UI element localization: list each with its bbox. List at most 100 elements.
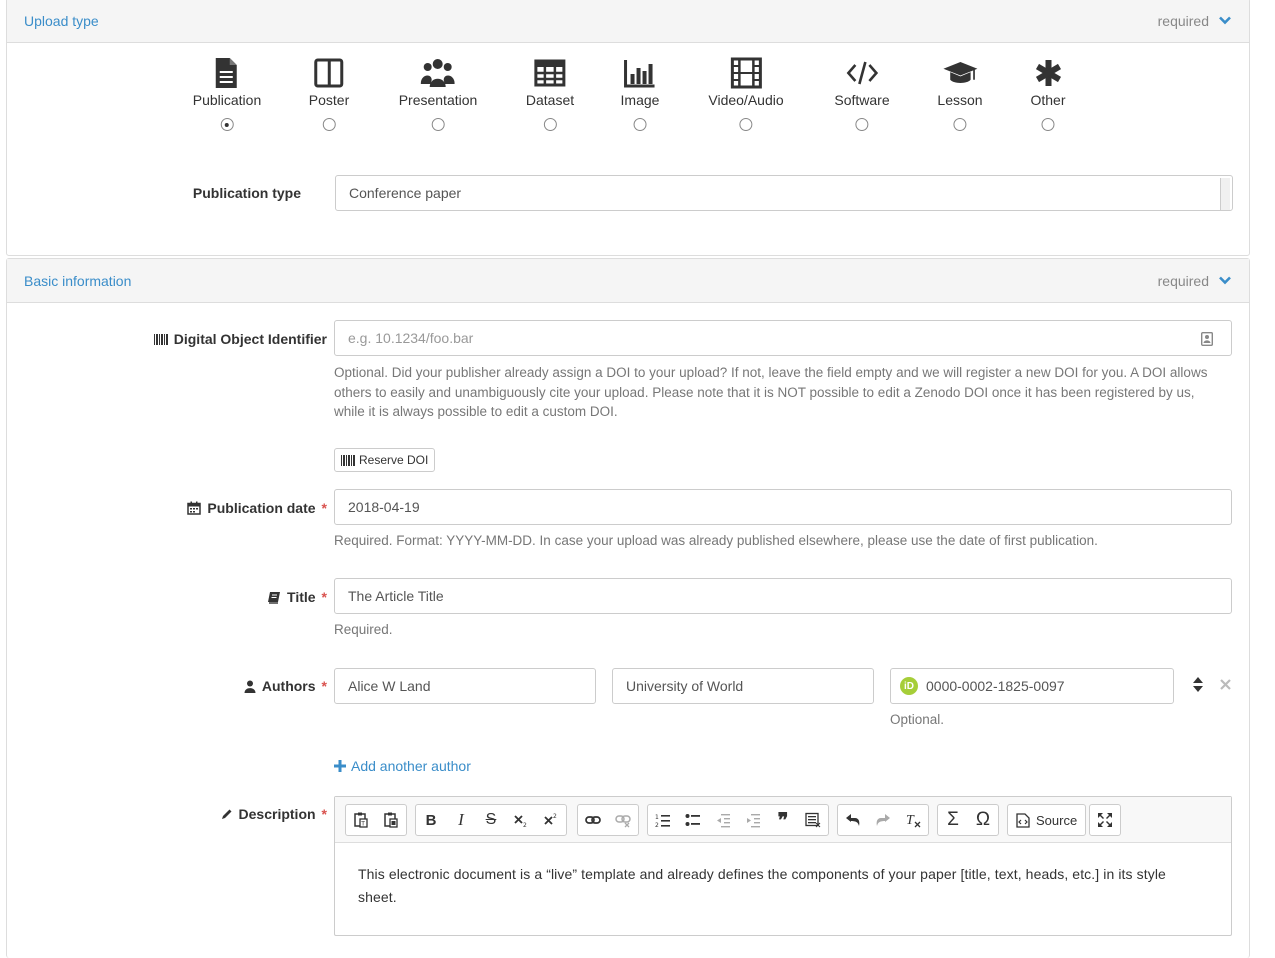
paste-text-button[interactable]: T xyxy=(346,805,376,835)
table-icon xyxy=(534,59,566,87)
subscript-button[interactable]: 2 xyxy=(506,805,536,835)
link-icon xyxy=(585,816,601,824)
subscript-icon: 2 xyxy=(514,815,527,828)
author-orcid-value: 0000-0002-1825-0097 xyxy=(926,678,1065,694)
type-radio-other[interactable] xyxy=(1041,118,1055,131)
math-button[interactable]: Σ xyxy=(938,805,968,835)
increase-indent-button[interactable] xyxy=(738,805,768,835)
columns-icon xyxy=(314,58,344,88)
description-label: Description * xyxy=(221,806,327,822)
type-image[interactable]: Image xyxy=(620,57,660,131)
type-dataset[interactable]: Dataset xyxy=(526,57,574,131)
barcode-icon xyxy=(153,333,168,345)
type-label: Image xyxy=(620,92,660,108)
code-icon xyxy=(846,61,878,85)
svg-text:1: 1 xyxy=(655,814,659,821)
history-group: T xyxy=(837,804,929,836)
reserve-doi-button[interactable]: Reserve DOI xyxy=(334,448,436,472)
remove-format-button[interactable]: T xyxy=(898,805,928,835)
description-content[interactable]: This electronic document is a “live” tem… xyxy=(335,843,1231,929)
source-button[interactable]: Source xyxy=(1007,804,1087,836)
unlink-icon xyxy=(615,815,631,828)
add-author-link[interactable]: Add another author xyxy=(334,758,471,774)
calendar-icon xyxy=(187,501,202,515)
decrease-indent-button[interactable] xyxy=(708,805,738,835)
type-radio-software[interactable] xyxy=(855,118,869,131)
author-affiliation-value: University of World xyxy=(626,678,744,694)
svg-text:2: 2 xyxy=(523,822,527,828)
author-orcid-input[interactable]: iD 0000-0002-1825-0097 xyxy=(890,668,1174,704)
publication-date-input[interactable]: 2018-04-19 xyxy=(334,489,1232,525)
film-icon xyxy=(730,57,762,89)
numbered-list-icon: 12 xyxy=(655,814,670,828)
sort-handle-icon[interactable] xyxy=(1193,677,1203,692)
bulleted-list-icon xyxy=(685,814,700,826)
symbols-group: Σ Ω xyxy=(937,804,999,836)
type-software[interactable]: Software xyxy=(834,57,890,131)
type-radio-poster[interactable] xyxy=(322,118,336,131)
contact-card-icon xyxy=(1201,332,1213,346)
unlink-button[interactable] xyxy=(608,805,638,835)
upload-type-panel: Upload type required Publication Poster … xyxy=(6,0,1250,256)
svg-text:T: T xyxy=(360,821,365,828)
type-radio-image[interactable] xyxy=(633,118,647,131)
type-radio-publication[interactable] xyxy=(220,118,234,131)
select-arrow-icon[interactable] xyxy=(1220,178,1230,210)
type-radio-lesson[interactable] xyxy=(953,118,967,131)
type-radio-dataset[interactable] xyxy=(543,118,557,131)
blockquote-button[interactable]: ❞ xyxy=(768,805,798,835)
maximize-button[interactable] xyxy=(1090,805,1120,835)
pencil-icon xyxy=(221,809,232,819)
upload-type-header[interactable]: Upload type required xyxy=(7,0,1249,43)
type-presentation[interactable]: Presentation xyxy=(399,57,477,131)
author-name-input[interactable]: Alice W Land xyxy=(334,668,596,704)
user-icon xyxy=(244,680,256,693)
required-text: required xyxy=(1157,272,1209,289)
redo-button[interactable] xyxy=(868,805,898,835)
title-input[interactable]: The Article Title xyxy=(334,578,1232,614)
bulleted-list-button[interactable] xyxy=(678,805,708,835)
publication-type-label-text: Publication type xyxy=(192,185,301,201)
source-icon xyxy=(1016,812,1030,828)
bar-chart-icon xyxy=(624,60,655,88)
type-radio-video-audio[interactable] xyxy=(739,118,753,131)
numbered-list-button[interactable]: 12 xyxy=(648,805,678,835)
insert-div-button[interactable] xyxy=(798,805,828,835)
publication-date-value: 2018-04-19 xyxy=(348,499,420,515)
author-name-value: Alice W Land xyxy=(348,678,431,694)
list-group: 12 ❞ xyxy=(647,804,829,836)
publication-date-label: Publication date * xyxy=(187,500,327,516)
doi-input[interactable]: e.g. 10.1234/foo.bar xyxy=(334,320,1232,356)
publication-type-select[interactable]: Conference paper xyxy=(335,175,1233,211)
basic-information-header[interactable]: Basic information required xyxy=(7,259,1249,303)
special-char-button[interactable]: Ω xyxy=(968,805,998,835)
type-label: Dataset xyxy=(525,92,575,108)
author-affiliation-input[interactable]: University of World xyxy=(612,668,874,704)
type-video-audio[interactable]: Video/Audio xyxy=(708,57,784,131)
italic-button[interactable]: I xyxy=(446,805,476,835)
remove-author-icon[interactable] xyxy=(1220,679,1231,690)
type-label: Software xyxy=(834,92,890,108)
outdent-icon xyxy=(717,814,730,828)
type-publication[interactable]: Publication xyxy=(193,57,261,131)
paste-word-button[interactable] xyxy=(376,805,406,835)
upload-type-options: Publication Poster Presentation Dataset … xyxy=(7,57,1249,137)
superscript-button[interactable]: 2 xyxy=(536,805,566,835)
chevron-down-icon[interactable] xyxy=(1219,16,1231,25)
bold-button[interactable]: B xyxy=(416,805,446,835)
type-radio-presentation[interactable] xyxy=(431,118,445,131)
authors-label: Authors * xyxy=(244,678,327,694)
type-lesson[interactable]: Lesson xyxy=(937,57,983,131)
strikethrough-button[interactable]: S xyxy=(476,805,506,835)
type-other[interactable]: Other xyxy=(1030,57,1066,131)
chevron-down-icon[interactable] xyxy=(1219,276,1231,285)
publication-date-help: Required. Format: YYYY-MM-DD. In case yo… xyxy=(334,533,1098,548)
editor-toolbar: T B I S 2 2 12 ❞ T Σ Ω Source xyxy=(335,797,1231,843)
barcode-icon xyxy=(341,454,355,466)
undo-button[interactable] xyxy=(838,805,868,835)
type-poster[interactable]: Poster xyxy=(309,57,349,131)
link-button[interactable] xyxy=(578,805,608,835)
create-div-icon xyxy=(805,812,821,828)
required-star: * xyxy=(321,589,327,605)
plus-icon xyxy=(334,760,346,772)
